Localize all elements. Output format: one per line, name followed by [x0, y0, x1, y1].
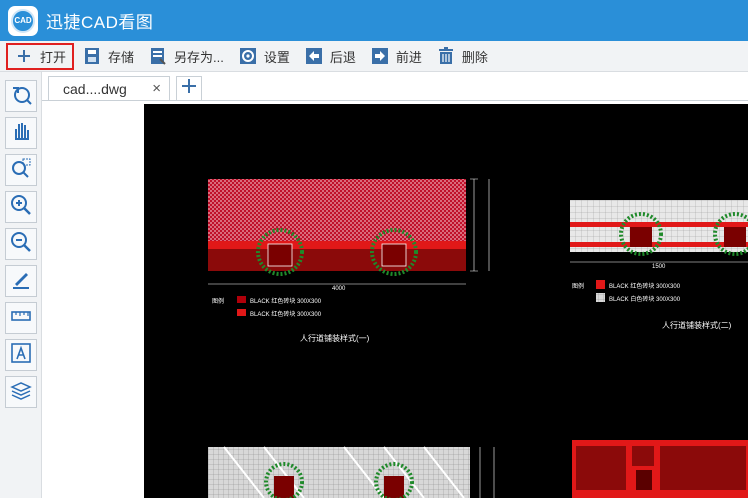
layers-icon — [10, 379, 32, 406]
main-toolbar: 打开 存储 另存为... 设置 后退 前进 删除 — [0, 41, 748, 72]
forward-arrow-icon — [370, 46, 390, 66]
open-label: 打开 — [40, 49, 67, 65]
app-logo: CAD — [8, 5, 38, 36]
close-icon[interactable]: × — [152, 80, 161, 97]
dimension-text: 4000 — [332, 286, 346, 292]
delete-label: 删除 — [461, 49, 488, 65]
zoom-out-button[interactable] — [5, 228, 37, 260]
settings-button[interactable]: 设置 — [232, 43, 296, 70]
zoom-window-icon — [10, 157, 32, 184]
back-arrow-icon — [304, 46, 324, 66]
save-as-button[interactable]: 另存为... — [142, 43, 230, 70]
app-title: 迅捷CAD看图 — [46, 13, 154, 32]
new-tab-button[interactable] — [176, 76, 202, 101]
gear-icon — [238, 46, 258, 66]
forward-button[interactable]: 前进 — [364, 43, 428, 70]
document-tabbar: cad....dwg × — [42, 72, 748, 101]
plus-icon — [181, 78, 197, 99]
plus-icon — [14, 46, 34, 66]
save-icon — [82, 46, 102, 66]
settings-label: 设置 — [263, 49, 290, 65]
forward-label: 前进 — [395, 49, 422, 65]
save-as-icon — [148, 46, 168, 66]
measure-button[interactable] — [5, 302, 37, 334]
back-button[interactable]: 后退 — [298, 43, 362, 70]
legend-item: BLACK 白色砖块 300X300 — [609, 297, 681, 303]
open-button[interactable]: 打开 — [6, 42, 75, 70]
tab-label: cad....dwg — [63, 81, 127, 97]
zoom-in-button[interactable] — [5, 191, 37, 223]
zoom-in-icon — [10, 194, 32, 221]
title-bar: CAD 迅捷CAD看图 — [0, 0, 748, 41]
left-toolbar — [0, 72, 42, 498]
back-label: 后退 — [329, 49, 356, 65]
text-button[interactable] — [5, 339, 37, 371]
drawing-caption: 人行道铺装样式(二) — [662, 321, 732, 330]
undo-view-icon — [10, 83, 32, 110]
layers-button[interactable] — [5, 376, 37, 408]
dimension-text: 1500 — [652, 264, 666, 270]
markup-pen-icon — [10, 268, 32, 295]
measure-ruler-icon — [10, 305, 32, 332]
legend-label: 图例 — [212, 299, 225, 305]
save-label: 存储 — [108, 49, 135, 65]
markup-button[interactable] — [5, 265, 37, 297]
delete-button[interactable]: 删除 — [430, 43, 494, 70]
drawing-caption: 人行道铺装样式(一) — [300, 334, 370, 343]
save-button[interactable]: 存储 — [76, 43, 140, 70]
undo-view-button[interactable] — [5, 80, 37, 112]
legend-item: BLACK 红色砖块 300X300 — [250, 312, 322, 318]
cad-drawing-canvas[interactable]: 图例 BLACK 红色砖块 300X300 BLACK 红色砖块 300X300… — [144, 104, 748, 498]
zoom-out-icon — [10, 231, 32, 258]
legend-label: 图例 — [572, 284, 585, 290]
app-logo-text: CAD — [11, 8, 35, 33]
save-as-label: 另存为... — [174, 49, 224, 65]
tab-cad-dwg[interactable]: cad....dwg × — [48, 76, 170, 101]
legend-item: BLACK 红色砖块 300X300 — [250, 299, 322, 305]
pan-hand-icon — [10, 120, 32, 147]
zoom-window-button[interactable] — [5, 154, 37, 186]
legend-item: BLACK 红色砖块 300X300 — [609, 284, 681, 290]
text-annotation-icon — [10, 342, 32, 369]
trash-icon — [436, 46, 456, 66]
pan-button[interactable] — [5, 117, 37, 149]
